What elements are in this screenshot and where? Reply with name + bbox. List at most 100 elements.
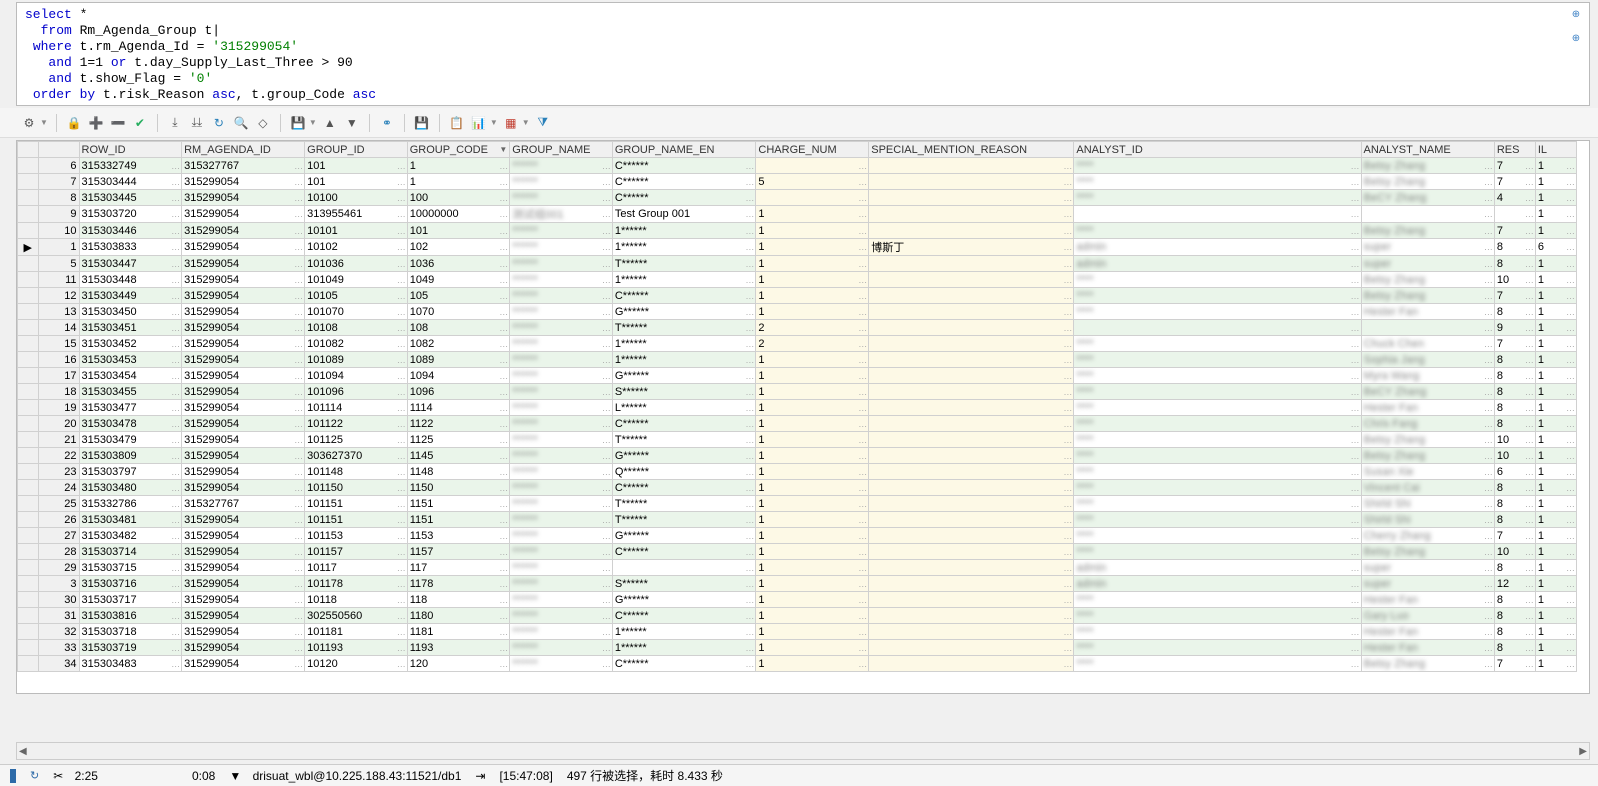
cell[interactable]: 1… (1535, 223, 1576, 239)
cell[interactable]: 101178… (305, 576, 408, 592)
cell[interactable]: Betsy Zhang… (1361, 223, 1494, 239)
cell[interactable]: ******… (510, 272, 613, 288)
export-icon[interactable]: 💾 (413, 114, 431, 132)
cell[interactable]: 101181… (305, 624, 408, 640)
cell[interactable] (18, 174, 39, 190)
cell[interactable]: 315299054… (182, 576, 305, 592)
cell[interactable]: 313955461… (305, 206, 408, 223)
cell[interactable]: ****… (1074, 496, 1361, 512)
cell[interactable]: 2… (756, 320, 869, 336)
cell[interactable]: 315303478… (79, 416, 182, 432)
cell[interactable]: Hester Fan… (1361, 624, 1494, 640)
cell[interactable]: … (869, 400, 1074, 416)
cell[interactable] (18, 464, 39, 480)
cell[interactable]: 7… (1494, 336, 1535, 352)
table-row[interactable]: 19315303477…315299054…101114…1114…******… (18, 400, 1577, 416)
cell[interactable]: 1… (1535, 206, 1576, 223)
cell[interactable]: 8… (1494, 624, 1535, 640)
cell[interactable]: 315299054… (182, 560, 305, 576)
cell[interactable]: 9 (38, 206, 79, 223)
cell[interactable]: 1… (1535, 448, 1576, 464)
cell[interactable]: 315299054… (182, 352, 305, 368)
cell[interactable]: 315299054… (182, 624, 305, 640)
cell[interactable]: … (869, 416, 1074, 432)
cell[interactable]: 1… (756, 416, 869, 432)
cell[interactable]: 1… (1535, 496, 1576, 512)
cell[interactable]: T******… (612, 256, 756, 272)
cell[interactable]: 315303480… (79, 480, 182, 496)
cell[interactable]: ****… (1074, 624, 1361, 640)
cell[interactable]: … (1074, 206, 1361, 223)
cell[interactable]: 1… (1535, 368, 1576, 384)
cell[interactable]: 315299054… (182, 400, 305, 416)
table-row[interactable]: 30315303717…315299054…10118…118…******…G… (18, 592, 1577, 608)
scroll-right-icon[interactable]: ▶ (1579, 746, 1587, 757)
cell[interactable]: 3 (38, 576, 79, 592)
cell[interactable]: 10… (1494, 432, 1535, 448)
cell[interactable]: 315303444… (79, 174, 182, 190)
cell[interactable]: 10… (1494, 272, 1535, 288)
cell[interactable]: 26 (38, 512, 79, 528)
cell[interactable]: ******… (510, 288, 613, 304)
cell[interactable]: C******… (612, 656, 756, 672)
cell[interactable]: 1… (756, 544, 869, 560)
cell[interactable]: 1151… (407, 512, 510, 528)
cell[interactable]: 101151… (305, 496, 408, 512)
cell[interactable]: ******… (510, 352, 613, 368)
cell[interactable]: ****… (1074, 448, 1361, 464)
cell[interactable]: 9… (1494, 320, 1535, 336)
cell[interactable]: 8… (1494, 608, 1535, 624)
cell[interactable] (18, 158, 39, 174)
cell[interactable]: … (869, 288, 1074, 304)
cell[interactable]: ******… (510, 528, 613, 544)
cell[interactable]: Gary Luo… (1361, 608, 1494, 624)
cell[interactable] (18, 288, 39, 304)
cell[interactable]: Betsy Zhang… (1361, 158, 1494, 174)
cell[interactable]: 315303716… (79, 576, 182, 592)
cell[interactable]: Betsy Zhang… (1361, 432, 1494, 448)
cell[interactable]: ******… (510, 432, 613, 448)
cell[interactable]: 1… (756, 560, 869, 576)
cell[interactable]: Hester Fan… (1361, 400, 1494, 416)
cell[interactable]: … (869, 624, 1074, 640)
cell[interactable]: Chuck Chen… (1361, 336, 1494, 352)
cell[interactable]: 315303816… (79, 608, 182, 624)
cell[interactable]: 315299054… (182, 190, 305, 206)
cell[interactable]: 10100… (305, 190, 408, 206)
cell[interactable]: ******… (510, 174, 613, 190)
table-row[interactable]: 14315303451…315299054…10108…108…******…T… (18, 320, 1577, 336)
cell[interactable]: 101151… (305, 512, 408, 528)
cell[interactable] (18, 496, 39, 512)
cell[interactable]: 7… (1494, 174, 1535, 190)
cell[interactable]: 315327767… (182, 496, 305, 512)
cell[interactable]: … (869, 656, 1074, 672)
cell[interactable]: ******… (510, 158, 613, 174)
cell[interactable]: Betsy Zhang… (1361, 448, 1494, 464)
horizontal-scrollbar[interactable]: ◀ ▶ (16, 742, 1590, 760)
cell[interactable]: 1… (756, 352, 869, 368)
copy-icon[interactable]: 📋 (448, 114, 466, 132)
cell[interactable]: 10118… (305, 592, 408, 608)
cell[interactable]: 8… (1494, 304, 1535, 320)
cell[interactable]: Chris Fang… (1361, 416, 1494, 432)
cell[interactable]: … (869, 352, 1074, 368)
cell[interactable]: 101082… (305, 336, 408, 352)
cell[interactable]: 101157… (305, 544, 408, 560)
cell[interactable]: 1… (756, 496, 869, 512)
cell[interactable]: ****… (1074, 190, 1361, 206)
cell[interactable]: 1… (1535, 190, 1576, 206)
cell[interactable]: admin… (1074, 256, 1361, 272)
cell[interactable]: 1082… (407, 336, 510, 352)
cell[interactable]: Betsy Zhang… (1361, 656, 1494, 672)
cell[interactable]: ******… (510, 336, 613, 352)
cell[interactable]: 1… (1535, 608, 1576, 624)
cell[interactable]: ****… (1074, 272, 1361, 288)
cell[interactable]: ******… (510, 560, 613, 576)
cell[interactable]: 22 (38, 448, 79, 464)
cell[interactable]: T******… (612, 320, 756, 336)
cell[interactable]: 101125… (305, 432, 408, 448)
cell[interactable]: 1… (1535, 256, 1576, 272)
cell[interactable]: 2… (756, 336, 869, 352)
cell[interactable]: T******… (612, 432, 756, 448)
cell[interactable]: ******… (510, 190, 613, 206)
